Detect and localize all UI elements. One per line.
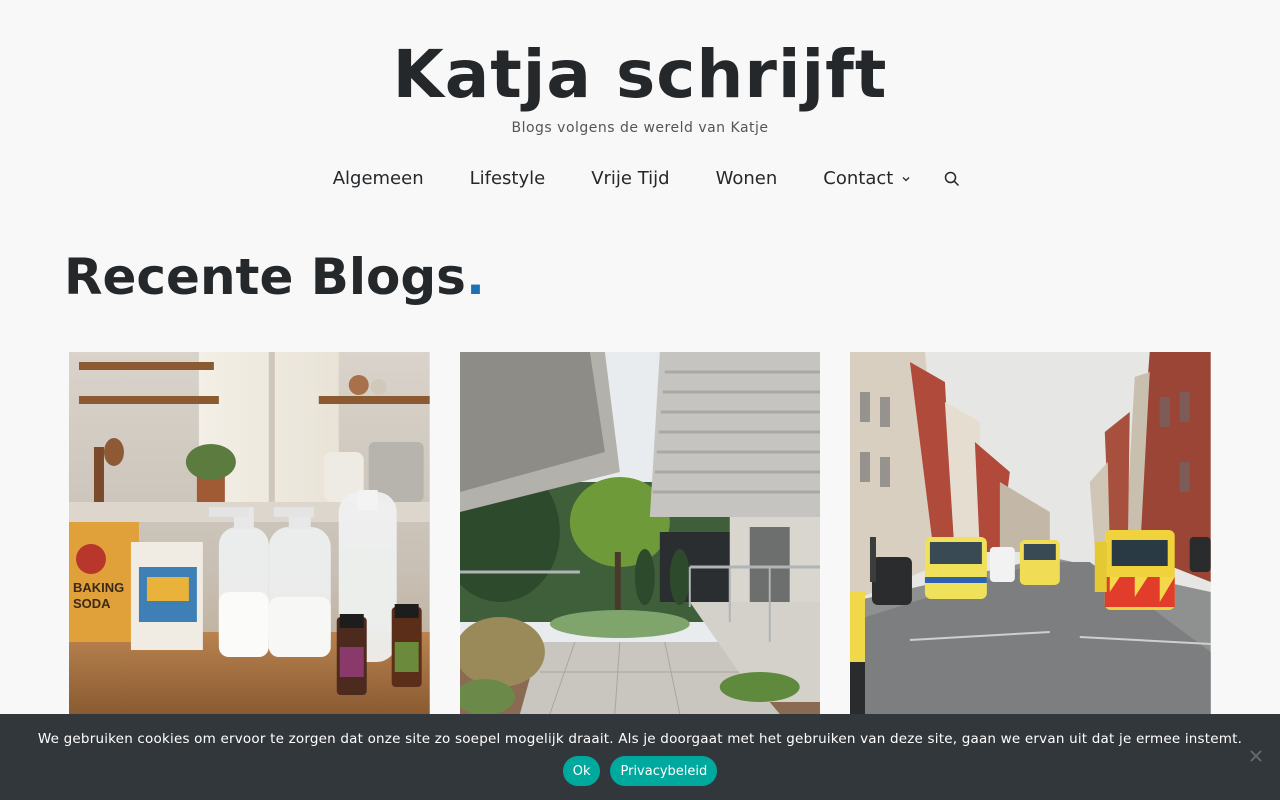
- main-nav: Algemeen Lifestyle Vrije Tijd Wonen Cont…: [0, 168, 1280, 189]
- svg-text:BAKING: BAKING: [73, 580, 124, 595]
- cookie-ok-button[interactable]: Ok: [562, 756, 601, 786]
- chevron-down-icon: [902, 176, 910, 181]
- blog-card-street[interactable]: [850, 352, 1212, 714]
- nav-item-vrije-tijd[interactable]: Vrije Tijd: [568, 168, 692, 189]
- section-title-text: Recente Blogs: [64, 248, 466, 306]
- nav-item-wonen[interactable]: Wonen: [693, 168, 801, 189]
- nav-item-algemeen[interactable]: Algemeen: [310, 168, 447, 189]
- nav-item-label: Algemeen: [332, 168, 424, 189]
- blog-card-kitchen[interactable]: BAKING SODA: [69, 352, 430, 714]
- site-header: Katja schrijft Blogs volgens de wereld v…: [0, 0, 1280, 189]
- nav-item-label: Vrije Tijd: [591, 168, 670, 189]
- site-tagline: Blogs volgens de wereld van Katje: [511, 120, 769, 136]
- blog-cards: BAKING SODA: [69, 352, 1212, 714]
- cookie-privacy-button[interactable]: Privacybeleid: [610, 756, 718, 786]
- cookie-text: We gebruiken cookies om ervoor te zorgen…: [37, 731, 1243, 747]
- nav-item-label: Wonen: [715, 168, 778, 189]
- cookie-bar: We gebruiken cookies om ervoor te zorgen…: [0, 714, 1280, 800]
- kitchen-cleaning-products-photo: BAKING SODA: [69, 352, 430, 714]
- section-title-dot: .: [465, 248, 485, 306]
- site-title[interactable]: Katja schrijft: [393, 42, 888, 108]
- nav-item-lifestyle[interactable]: Lifestyle: [447, 168, 569, 189]
- nav-item-contact[interactable]: Contact: [800, 168, 934, 189]
- blog-card-garden[interactable]: [459, 352, 821, 714]
- close-icon[interactable]: [1249, 749, 1263, 763]
- garden-terrace-photo: [459, 352, 821, 714]
- search-icon: [945, 171, 960, 186]
- street-ambulances-photo: [850, 352, 1212, 714]
- nav-item-label: Lifestyle: [469, 168, 546, 189]
- svg-text:SODA: SODA: [73, 596, 111, 611]
- search-button[interactable]: [934, 171, 970, 187]
- cookie-buttons: Ok Privacybeleid: [0, 756, 1280, 786]
- nav-item-label: Contact: [823, 168, 894, 189]
- section-title: Recente Blogs.: [64, 250, 485, 305]
